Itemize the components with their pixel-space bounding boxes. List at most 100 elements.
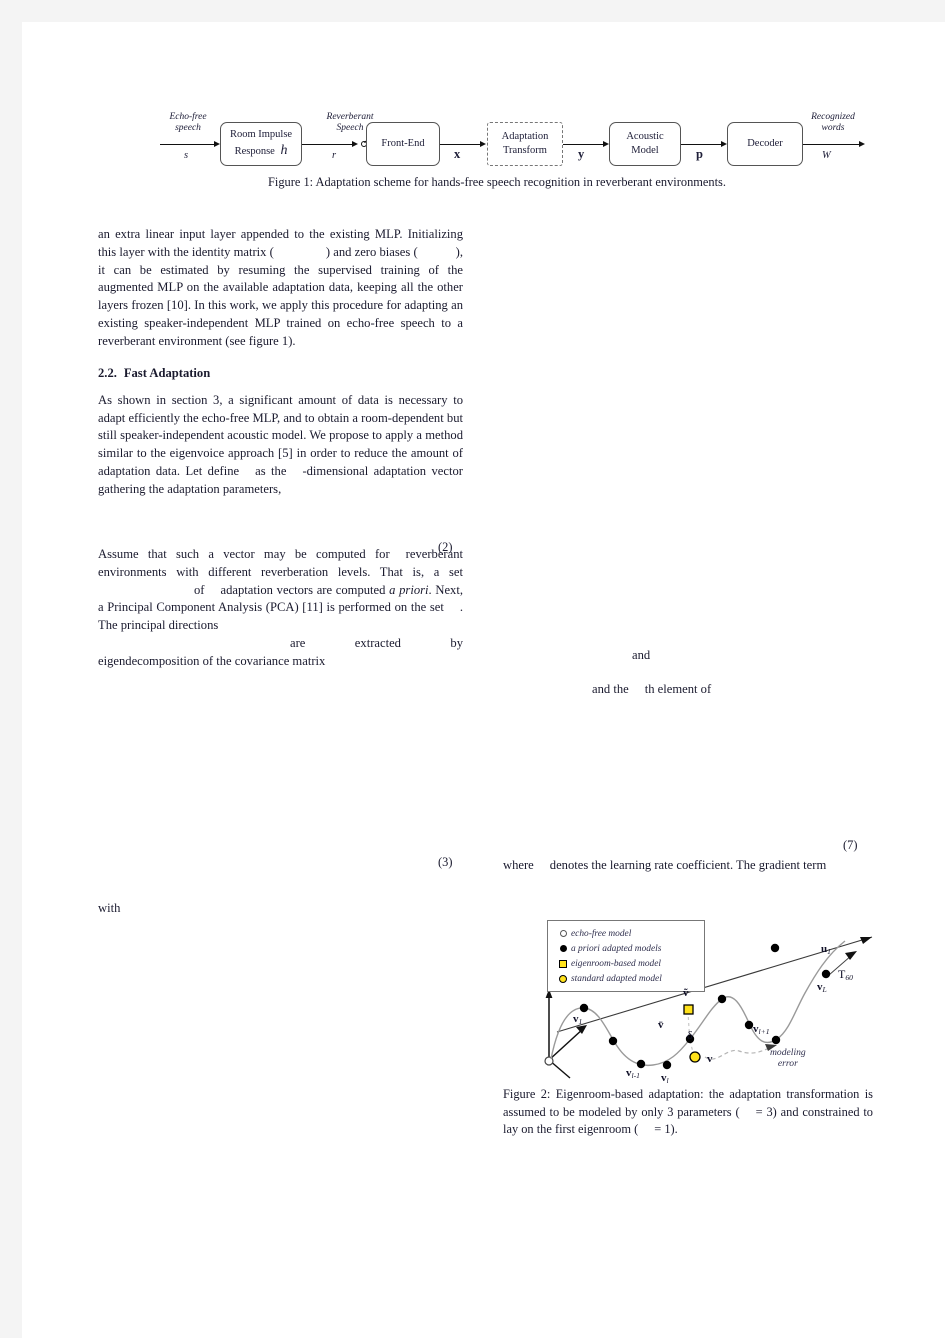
block-adapt-line1: Adaptation (501, 131, 549, 143)
label-t60: T60 (838, 967, 853, 982)
section-title: Fast Adaptation (123, 365, 211, 380)
legend-row-echo-free: echo-free model (555, 926, 697, 941)
legend-label-a-priori: a priori adapted models (571, 943, 662, 954)
para3-e-italic: a priori (389, 582, 429, 597)
label-v-hat: v (707, 1053, 713, 1065)
label-vlm1-sub: l-1 (631, 1071, 640, 1081)
label-echo-free-speech: Echo-free speech (169, 112, 207, 134)
frag-where-b: denotes the learning rate coefficient. T… (549, 858, 827, 872)
paragraph-fast-adaptation: As shown in section 3, a significant amo… (98, 392, 463, 499)
figure-1-block-diagram: Echo-free speech s Room Impulse Response… (132, 94, 922, 174)
label-vL-sub: L (822, 985, 827, 995)
point-a-priori-8 (770, 943, 780, 953)
section-number: 2.2. (98, 365, 117, 380)
point-vl-plus-1 (744, 1020, 754, 1030)
label-vl-minus-1: vl-1 (626, 1067, 640, 1080)
label-u1-sub: 1 (827, 947, 831, 957)
section-heading-fast-adaptation: 2.2. Fast Adaptation (98, 365, 463, 383)
point-standard-adapted-model (689, 1051, 701, 1063)
legend-label-standard: standard adapted model (571, 973, 662, 984)
axis-diagonal-arrowhead (576, 1025, 587, 1034)
label-modeling-error: modeling error (770, 1047, 806, 1069)
point-eigenroom-based-model (683, 1004, 694, 1015)
signal-s: s (184, 150, 189, 161)
signal-w: W (822, 150, 831, 161)
block-frontend-label: Front-End (381, 138, 425, 150)
label-vl: vl (661, 1072, 669, 1085)
legend-row-standard: standard adapted model (555, 971, 697, 986)
label-recognized-words: Recognized words (811, 112, 855, 134)
equation-number-2: (2) (438, 540, 453, 554)
arrowhead-output (859, 140, 865, 147)
signal-r: r (332, 150, 337, 161)
arrowhead-x (480, 140, 486, 147)
arrowhead-switch (352, 140, 358, 147)
label-vL: vL (817, 981, 827, 994)
modeling-error-arrow-path (704, 1046, 772, 1060)
paper-page: Echo-free speech s Room Impulse Response… (22, 22, 945, 1338)
u1-arrowhead (860, 937, 872, 944)
label-v1-sub: 1 (578, 1017, 583, 1027)
signal-y: y (578, 147, 585, 161)
block-front-end: Front-End (366, 122, 440, 166)
figure-1-caption: Figure 1: Adaptation scheme for hands-fr… (268, 175, 726, 189)
t60-arrowhead (845, 951, 857, 960)
label-vl-plus-1: vl+1 (753, 1023, 770, 1036)
point-a-priori-2 (608, 1036, 618, 1046)
label-v-tilde: ṽ (683, 987, 689, 999)
signal-x: x (454, 147, 461, 161)
block-rir-line2: Response (234, 145, 275, 157)
legend-label-eigenroom: eigenroom-based model (571, 958, 661, 969)
left-column: an extra linear input layer appended to … (98, 226, 463, 678)
point-v1 (579, 1003, 589, 1013)
para3-c: of (194, 582, 205, 597)
para1-c: ), it can be estimated by resuming the s… (98, 244, 463, 348)
open-circle-icon (555, 930, 571, 937)
point-vl (662, 1060, 672, 1070)
point-a-priori-7 (771, 1035, 781, 1045)
frag-elem-a: and the (592, 682, 629, 696)
wire-am-to-decoder (681, 144, 723, 145)
paragraph-adaptation-intro: an extra linear input layer appended to … (98, 226, 463, 351)
para3-h: are extracted by eigendecomposition of t… (98, 636, 463, 668)
block-am-line2: Model (631, 145, 659, 156)
block-decoder-label: Decoder (747, 138, 783, 150)
figure-2-eigenroom-diagram: echo-free model a priori adapted models … (527, 915, 907, 1100)
para1-b: ) and zero biases ( (325, 244, 418, 259)
label-u1: u1 (821, 943, 831, 956)
fragment-element-of: and the th element of (592, 682, 711, 697)
label-v-bar: v̄ (658, 1019, 664, 1031)
fig2-cap-c: = 1). (654, 1122, 678, 1137)
para3-a: Assume that such a vector may be compute… (98, 546, 390, 561)
legend-row-eigenroom: eigenroom-based model (555, 956, 697, 971)
block-rir-line1: Room Impulse (229, 128, 293, 140)
fragment-where-learning-rate: where denotes the learning rate coefficie… (503, 858, 826, 873)
para2-b: as the (255, 464, 287, 479)
legend-row-a-priori: a priori adapted models (555, 941, 697, 956)
equation-number-7: (7) (843, 838, 858, 852)
filled-circle-icon (555, 945, 571, 952)
wire-frontend-to-adapt (440, 144, 482, 145)
block-rir-symbol: h (280, 142, 288, 158)
label-v1: v1 (573, 1013, 582, 1026)
frag-where-a: where (503, 858, 534, 872)
label-vl-sub: l (666, 1076, 669, 1086)
equation-2-block (98, 506, 463, 546)
block-room-impulse-response: Room Impulse Response h (220, 122, 302, 166)
para3-d: adaptation vectors are computed (220, 582, 386, 597)
figure-2-legend: echo-free model a priori adapted models … (547, 920, 705, 992)
label-delta: δ (687, 1028, 693, 1042)
equation-number-3: (3) (438, 855, 453, 869)
wire-input (160, 144, 216, 145)
fragment-and: and (632, 648, 651, 662)
yellow-square-icon (555, 959, 571, 968)
block-am-line1: Acoustic (626, 131, 664, 143)
yellow-circle-icon (555, 974, 571, 983)
figure-2-caption: Figure 2: Eigenroom-based adaptation: th… (503, 1086, 873, 1139)
block-adaptation-transform: Adaptation Transform (487, 122, 563, 166)
signal-p: p (696, 147, 703, 161)
label-vlp1-sub: l+1 (758, 1027, 770, 1037)
block-acoustic-model: Acoustic Model (609, 122, 681, 166)
wire-rir-to-switch (302, 144, 354, 145)
paragraph-pca: Assume that such a vector may be compute… (98, 546, 463, 671)
